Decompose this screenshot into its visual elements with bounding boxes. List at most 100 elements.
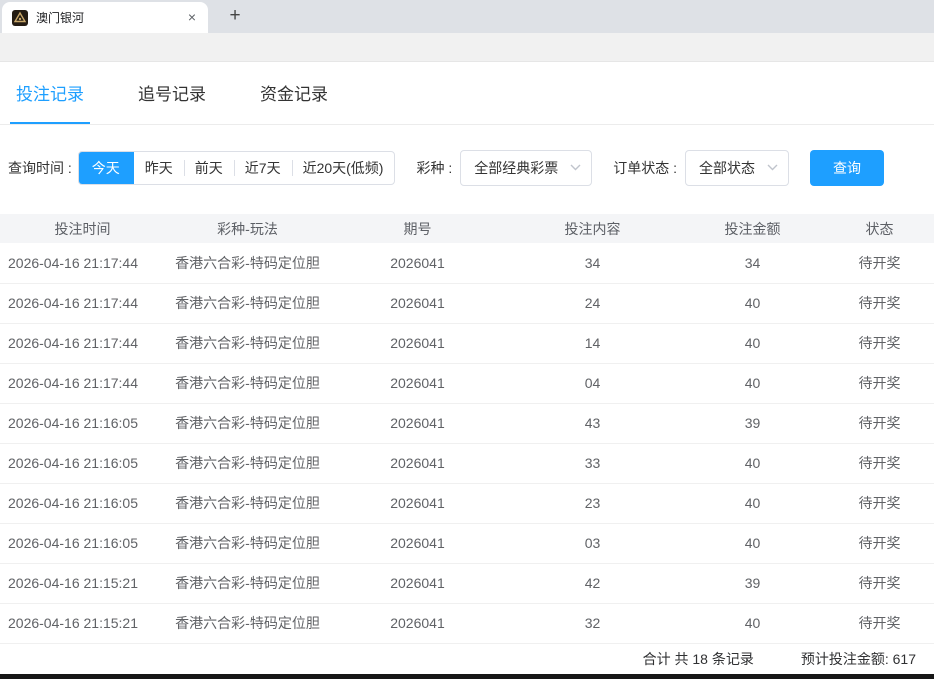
- cell-bet-content: 24: [505, 283, 680, 323]
- tab-bet-records-label: 投注记录: [16, 80, 84, 105]
- chevron-down-icon: [767, 164, 778, 171]
- cell-issue: 2026041: [330, 603, 505, 643]
- cell-bet-amount: 40: [680, 483, 825, 523]
- cell-game-play: 香港六合彩-特码定位胆: [165, 483, 330, 523]
- cell-bet-amount: 40: [680, 523, 825, 563]
- col-bet-time: 投注时间: [0, 214, 165, 243]
- cell-game-play: 香港六合彩-特码定位胆: [165, 523, 330, 563]
- table-header: 投注时间 彩种-玩法 期号 投注内容 投注金额 状态: [0, 214, 934, 243]
- table-row: 2026-04-16 21:17:44 香港六合彩-特码定位胆 2026041 …: [0, 243, 934, 283]
- time-option-today[interactable]: 今天: [78, 151, 134, 185]
- table-body: 2026-04-16 21:17:44 香港六合彩-特码定位胆 2026041 …: [0, 243, 934, 643]
- cell-bet-time: 2026-04-16 21:16:05: [0, 523, 165, 563]
- cell-issue: 2026041: [330, 563, 505, 603]
- table-row: 2026-04-16 21:16:05 香港六合彩-特码定位胆 2026041 …: [0, 523, 934, 563]
- cell-game-play: 香港六合彩-特码定位胆: [165, 323, 330, 363]
- cell-issue: 2026041: [330, 243, 505, 283]
- table-row: 2026-04-16 21:16:05 香港六合彩-特码定位胆 2026041 …: [0, 403, 934, 443]
- order-status-value: 全部状态: [699, 158, 755, 178]
- time-option-last-20-days[interactable]: 近20天(低频): [292, 152, 395, 184]
- order-status-select[interactable]: 全部状态: [685, 150, 789, 186]
- cell-issue: 2026041: [330, 483, 505, 523]
- cell-bet-amount: 39: [680, 403, 825, 443]
- bet-records-table: 投注时间 彩种-玩法 期号 投注内容 投注金额 状态 2026-04-16 21…: [0, 214, 934, 644]
- browser-toolbar: [0, 33, 934, 62]
- cell-bet-content: 14: [505, 323, 680, 363]
- close-icon[interactable]: ×: [184, 10, 200, 26]
- col-issue: 期号: [330, 214, 505, 243]
- cell-issue: 2026041: [330, 523, 505, 563]
- time-range-group: 今天 昨天 前天 近7天 近20天(低频): [78, 151, 396, 185]
- table-row: 2026-04-16 21:15:21 香港六合彩-特码定位胆 2026041 …: [0, 563, 934, 603]
- new-tab-button[interactable]: +: [222, 4, 248, 30]
- cell-status: 待开奖: [825, 283, 934, 323]
- cell-issue: 2026041: [330, 283, 505, 323]
- cell-status: 待开奖: [825, 523, 934, 563]
- cell-status: 待开奖: [825, 323, 934, 363]
- col-game-play: 彩种-玩法: [165, 214, 330, 243]
- table-row: 2026-04-16 21:16:05 香港六合彩-特码定位胆 2026041 …: [0, 443, 934, 483]
- cell-status: 待开奖: [825, 483, 934, 523]
- table-row: 2026-04-16 21:17:44 香港六合彩-特码定位胆 2026041 …: [0, 283, 934, 323]
- cell-bet-content: 34: [505, 243, 680, 283]
- table-row: 2026-04-16 21:17:44 香港六合彩-特码定位胆 2026041 …: [0, 363, 934, 403]
- col-bet-amount: 投注金额: [680, 214, 825, 243]
- cell-game-play: 香港六合彩-特码定位胆: [165, 403, 330, 443]
- cell-issue: 2026041: [330, 403, 505, 443]
- tab-chase-records-label: 追号记录: [138, 80, 206, 105]
- estimated-amount-text: 预计投注金额: 617: [801, 649, 916, 669]
- cell-game-play: 香港六合彩-特码定位胆: [165, 443, 330, 483]
- cell-bet-content: 32: [505, 603, 680, 643]
- cell-game-play: 香港六合彩-特码定位胆: [165, 603, 330, 643]
- filter-row: 查询时间 : 今天 昨天 前天 近7天 近20天(低频) 彩种 : 全部经典彩票…: [0, 125, 934, 214]
- time-option-day-before[interactable]: 前天: [184, 152, 234, 184]
- time-option-last-7-days[interactable]: 近7天: [234, 152, 292, 184]
- cell-bet-time: 2026-04-16 21:16:05: [0, 483, 165, 523]
- cell-bet-amount: 40: [680, 323, 825, 363]
- cell-bet-time: 2026-04-16 21:17:44: [0, 283, 165, 323]
- chevron-down-icon: [570, 164, 581, 171]
- screen: 澳门银河 × + 投注记录 追号记录 资金记录 查询时间 : 今天 昨天 前天 …: [0, 0, 934, 679]
- tab-bet-records[interactable]: 投注记录: [10, 62, 90, 124]
- cell-status: 待开奖: [825, 443, 934, 483]
- nav-tabs: 投注记录 追号记录 资金记录: [0, 62, 934, 125]
- lottery-type-value: 全部经典彩票: [474, 158, 558, 178]
- table-row: 2026-04-16 21:15:21 香港六合彩-特码定位胆 2026041 …: [0, 603, 934, 643]
- cell-status: 待开奖: [825, 563, 934, 603]
- col-bet-content: 投注内容: [505, 214, 680, 243]
- tab-chase-records[interactable]: 追号记录: [132, 62, 212, 124]
- browser-tab[interactable]: 澳门银河 ×: [2, 2, 208, 33]
- col-status: 状态: [825, 214, 934, 243]
- table-row: 2026-04-16 21:16:05 香港六合彩-特码定位胆 2026041 …: [0, 483, 934, 523]
- cell-issue: 2026041: [330, 323, 505, 363]
- tab-title: 澳门银河: [36, 9, 184, 26]
- tab-fund-records-label: 资金记录: [260, 80, 328, 105]
- cell-issue: 2026041: [330, 443, 505, 483]
- query-time-label: 查询时间 :: [8, 158, 72, 178]
- cell-bet-content: 43: [505, 403, 680, 443]
- cell-bet-time: 2026-04-16 21:15:21: [0, 563, 165, 603]
- cell-bet-content: 42: [505, 563, 680, 603]
- cell-bet-amount: 34: [680, 243, 825, 283]
- cell-bet-content: 33: [505, 443, 680, 483]
- cell-bet-time: 2026-04-16 21:16:05: [0, 443, 165, 483]
- time-option-yesterday[interactable]: 昨天: [134, 152, 184, 184]
- tab-fund-records[interactable]: 资金记录: [254, 62, 334, 124]
- lottery-type-select[interactable]: 全部经典彩票: [460, 150, 592, 186]
- cell-game-play: 香港六合彩-特码定位胆: [165, 243, 330, 283]
- table-row: 2026-04-16 21:17:44 香港六合彩-特码定位胆 2026041 …: [0, 323, 934, 363]
- total-records-text: 合计 共 18 条记录: [643, 649, 754, 669]
- cell-status: 待开奖: [825, 243, 934, 283]
- lottery-type-label: 彩种 :: [416, 158, 452, 178]
- cell-game-play: 香港六合彩-特码定位胆: [165, 563, 330, 603]
- order-status-label: 订单状态 :: [613, 158, 677, 178]
- cell-bet-amount: 40: [680, 283, 825, 323]
- cell-game-play: 香港六合彩-特码定位胆: [165, 283, 330, 323]
- cell-bet-amount: 39: [680, 563, 825, 603]
- query-button[interactable]: 查询: [810, 150, 884, 186]
- cell-bet-amount: 40: [680, 363, 825, 403]
- cell-issue: 2026041: [330, 363, 505, 403]
- browser-tab-bar: 澳门银河 × +: [0, 0, 934, 33]
- cell-bet-time: 2026-04-16 21:15:21: [0, 603, 165, 643]
- site-favicon-icon: [12, 10, 28, 26]
